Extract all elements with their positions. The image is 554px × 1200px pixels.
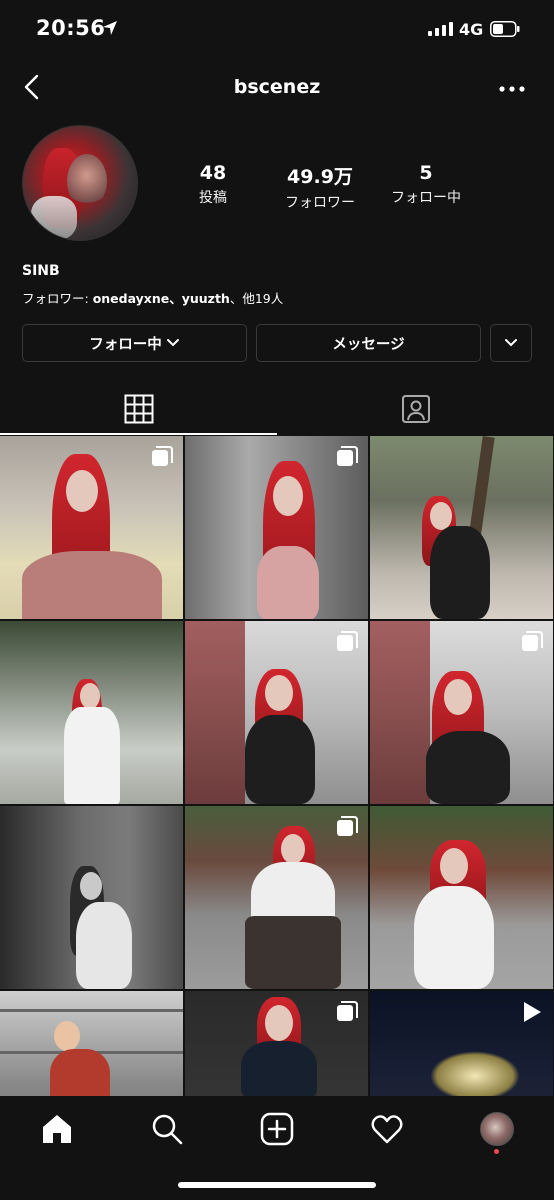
grid-post[interactable] (185, 621, 368, 804)
following-button[interactable]: フォロー中 (22, 324, 247, 362)
tab-posts-grid[interactable] (0, 384, 277, 434)
grid-post[interactable] (0, 621, 183, 804)
carousel-icon (522, 631, 543, 651)
grid-post[interactable] (0, 806, 183, 989)
more-options-icon[interactable] (498, 84, 526, 94)
home-icon[interactable] (40, 1112, 74, 1146)
followed-by-text[interactable]: フォロワー: onedayxne、yuuzth、他19人 (22, 288, 283, 307)
grid-post[interactable] (0, 436, 183, 619)
message-button[interactable]: メッセージ (256, 324, 481, 362)
search-icon[interactable] (150, 1112, 184, 1146)
grid-post[interactable] (185, 806, 368, 989)
cellular-signal-icon (428, 22, 454, 36)
grid-post[interactable] (185, 436, 368, 619)
carousel-icon (337, 1001, 358, 1021)
grid-post[interactable] (370, 991, 553, 1096)
network-type: 4G (459, 20, 484, 39)
grid-post[interactable] (370, 621, 553, 804)
following-button-label: フォロー中 (89, 336, 162, 353)
suggested-accounts-button[interactable] (490, 324, 532, 362)
activity-icon[interactable] (370, 1112, 404, 1146)
following-count: 5 (419, 162, 433, 184)
tab-tagged[interactable] (277, 384, 554, 434)
followers-stat[interactable]: 49.9万 フォロワー (265, 162, 375, 212)
followed-by-suffix: 、他19人 (229, 291, 284, 306)
chevron-down-icon (166, 339, 179, 347)
carousel-icon (337, 631, 358, 651)
tagged-icon (401, 395, 430, 423)
followed-by-prefix: フォロワー: (22, 291, 93, 306)
following-label: フォロー中 (391, 190, 461, 206)
profile-avatar[interactable] (480, 1112, 514, 1146)
posts-label: 投稿 (199, 190, 227, 206)
active-tab-indicator (0, 433, 277, 435)
display-name: SINB (22, 263, 60, 279)
message-button-label: メッセージ (332, 336, 405, 353)
followed-by-names: onedayxne、yuuzth (92, 291, 230, 306)
profile-username: bscenez (233, 76, 321, 98)
carousel-icon (337, 446, 358, 466)
status-bar: 20:56 4G (0, 0, 554, 60)
grid-post[interactable] (0, 991, 183, 1096)
location-arrow-icon (103, 21, 117, 35)
grid-post[interactable] (370, 436, 553, 619)
carousel-icon (152, 446, 173, 466)
create-icon[interactable] (260, 1112, 294, 1146)
grid-icon (124, 394, 153, 424)
posts-grid (0, 436, 554, 1096)
battery-icon (490, 21, 520, 37)
followers-label: フォロワー (285, 195, 355, 211)
grid-post[interactable] (185, 991, 368, 1096)
status-time: 20:56 (36, 16, 106, 40)
notification-dot (494, 1149, 499, 1154)
posts-stat[interactable]: 48 投稿 (158, 162, 268, 207)
home-indicator (178, 1182, 376, 1188)
profile-avatar[interactable] (22, 125, 138, 241)
posts-count: 48 (199, 162, 227, 184)
carousel-icon (337, 816, 358, 836)
grid-post[interactable] (370, 806, 553, 989)
video-icon (524, 1002, 541, 1022)
following-stat[interactable]: 5 フォロー中 (371, 162, 481, 207)
chevron-down-icon (505, 339, 517, 347)
followers-count: 49.9万 (287, 166, 353, 188)
